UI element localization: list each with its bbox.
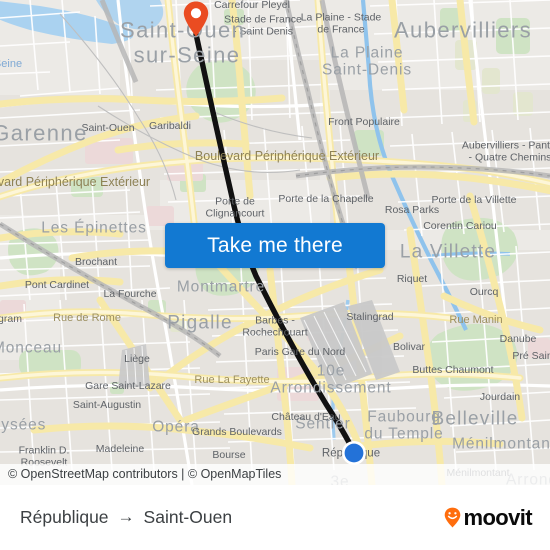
map-canvas[interactable]: Carrefour Pleyel Stade de France - Saint … (0, 0, 550, 485)
moovit-smiling-pin-icon (445, 507, 461, 528)
footer-bar: République → Saint-Ouen moovit (0, 485, 550, 550)
route-origin-label: République (20, 507, 109, 527)
moovit-logo[interactable]: moovit (444, 485, 533, 550)
map-attribution[interactable]: © OpenStreetMap contributors | © OpenMap… (0, 464, 550, 485)
destination-dot-icon[interactable] (341, 440, 367, 466)
route-destination-label: Saint-Ouen (143, 507, 233, 527)
moovit-wordmark: moovit (463, 504, 532, 530)
route-summary: République → Saint-Ouen (20, 485, 232, 550)
origin-pin-icon[interactable] (182, 0, 210, 38)
arrow-right-icon: → (117, 507, 135, 526)
moovit-trip-map-screen: Carrefour Pleyel Stade de France - Saint … (0, 0, 550, 550)
take-me-there-button[interactable]: Take me there (165, 223, 385, 268)
